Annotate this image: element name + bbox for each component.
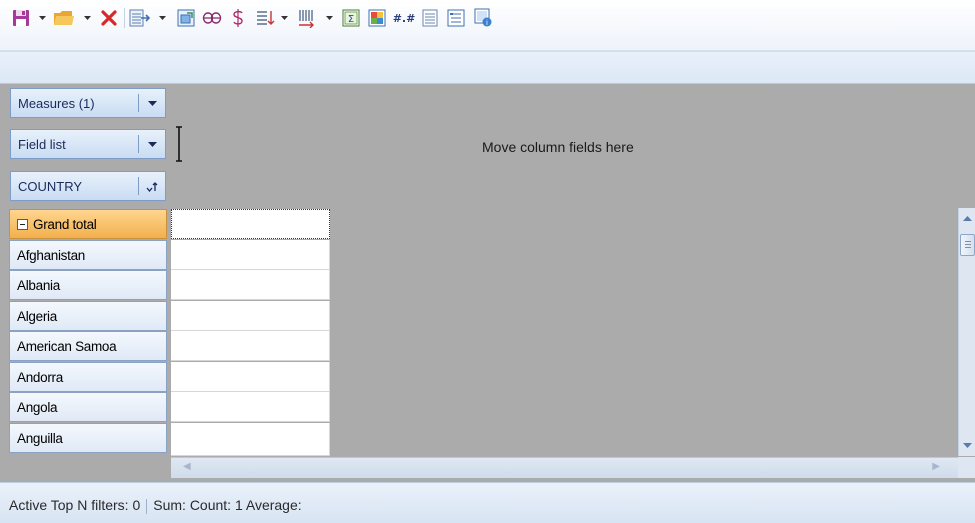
text-cursor-icon xyxy=(175,126,183,162)
measures-button[interactable]: Measures (1) xyxy=(10,88,166,118)
collapse-icon[interactable] xyxy=(17,218,28,230)
svg-text:#.#: #.# xyxy=(393,12,415,24)
scroll-right-icon[interactable]: ▶ xyxy=(932,461,940,472)
row-header[interactable]: Afghanistan xyxy=(9,240,167,270)
row-label: American Samoa xyxy=(17,338,117,354)
horizontal-scrollbar[interactable]: ◀ ▶ xyxy=(171,457,958,478)
chevron-down-icon[interactable] xyxy=(139,100,165,106)
field-list-button[interactable]: Field list xyxy=(10,129,166,159)
export-dropdown-arrow[interactable] xyxy=(157,7,167,29)
field-list-label: Field list xyxy=(18,136,66,152)
scroll-thumb[interactable] xyxy=(960,234,975,256)
top-n-filters-status: Active Top N filters: 0 xyxy=(9,497,141,513)
row-label: Albania xyxy=(17,277,60,293)
data-cell-selected[interactable] xyxy=(171,209,330,239)
measures-label: Measures (1) xyxy=(18,95,95,111)
sort-columns-dropdown-arrow[interactable] xyxy=(324,7,334,29)
row-header[interactable]: Angola xyxy=(9,392,167,422)
status-bar: Active Top N filters: 0 Sum: Count: 1 Ave… xyxy=(0,482,975,523)
svg-text:Σ: Σ xyxy=(348,14,354,25)
toolbar: Σ #.# i xyxy=(0,0,975,51)
export-icon[interactable] xyxy=(128,7,152,29)
country-field-label: COUNTRY xyxy=(18,178,83,194)
sort-ascending-icon[interactable] xyxy=(139,181,165,192)
row-label: Angola xyxy=(17,399,58,415)
data-cell[interactable] xyxy=(171,331,330,361)
number-format-icon[interactable]: #.# xyxy=(392,7,416,29)
save-dropdown-arrow[interactable] xyxy=(37,7,47,29)
grand-total-label: Grand total xyxy=(33,216,97,232)
status-divider xyxy=(146,498,148,514)
properties-icon[interactable] xyxy=(445,7,467,29)
scroll-down-icon[interactable] xyxy=(959,437,975,454)
grand-total-row-header[interactable]: Grand total xyxy=(9,209,167,239)
row-header[interactable]: Albania xyxy=(9,270,167,300)
data-cell[interactable] xyxy=(171,240,330,270)
data-cell[interactable] xyxy=(171,392,330,422)
heatmap-icon[interactable] xyxy=(366,7,388,29)
status-text: Active Top N filters: 0 Sum: Count: 1 Ave… xyxy=(9,497,302,514)
row-header[interactable]: Anguilla xyxy=(9,423,167,453)
toolbar-separator xyxy=(124,8,125,28)
sort-columns-icon[interactable] xyxy=(295,7,317,29)
options-icon[interactable]: i xyxy=(472,7,494,29)
refresh-icon[interactable] xyxy=(175,7,197,29)
sort-rows-dropdown-arrow[interactable] xyxy=(279,7,289,29)
summary-status: Sum: Count: 1 Average: xyxy=(153,497,302,513)
row-label: Algeria xyxy=(17,308,57,324)
row-label: Anguilla xyxy=(17,430,63,446)
data-cell[interactable] xyxy=(171,301,330,331)
data-cell[interactable] xyxy=(171,270,330,300)
currency-icon[interactable] xyxy=(227,7,249,29)
scroll-up-icon[interactable] xyxy=(959,210,975,227)
row-header[interactable]: Andorra xyxy=(9,362,167,392)
sort-rows-icon[interactable] xyxy=(254,7,276,29)
chevron-down-icon[interactable] xyxy=(139,141,165,147)
delete-icon[interactable] xyxy=(99,7,119,29)
open-dropdown-arrow[interactable] xyxy=(82,7,92,29)
data-cell[interactable] xyxy=(171,423,330,456)
filter-area[interactable] xyxy=(0,51,975,84)
scrollbar-corner xyxy=(958,457,975,478)
data-cell[interactable] xyxy=(171,362,330,392)
save-icon[interactable] xyxy=(10,7,32,29)
column-drop-area-hint[interactable]: Move column fields here xyxy=(482,139,634,155)
country-field-button[interactable]: COUNTRY xyxy=(10,171,166,201)
infinity-icon[interactable] xyxy=(201,7,223,29)
row-header[interactable]: Algeria xyxy=(9,301,167,331)
open-folder-icon[interactable] xyxy=(52,7,76,29)
scroll-left-icon[interactable]: ◀ xyxy=(183,461,191,472)
row-label: Andorra xyxy=(17,369,63,385)
svg-text:i: i xyxy=(486,19,488,27)
row-label: Afghanistan xyxy=(17,247,86,263)
totals-icon[interactable]: Σ xyxy=(340,7,362,29)
fields-list-icon[interactable] xyxy=(419,7,441,29)
vertical-scrollbar[interactable] xyxy=(958,208,975,456)
row-header[interactable]: American Samoa xyxy=(9,331,167,361)
